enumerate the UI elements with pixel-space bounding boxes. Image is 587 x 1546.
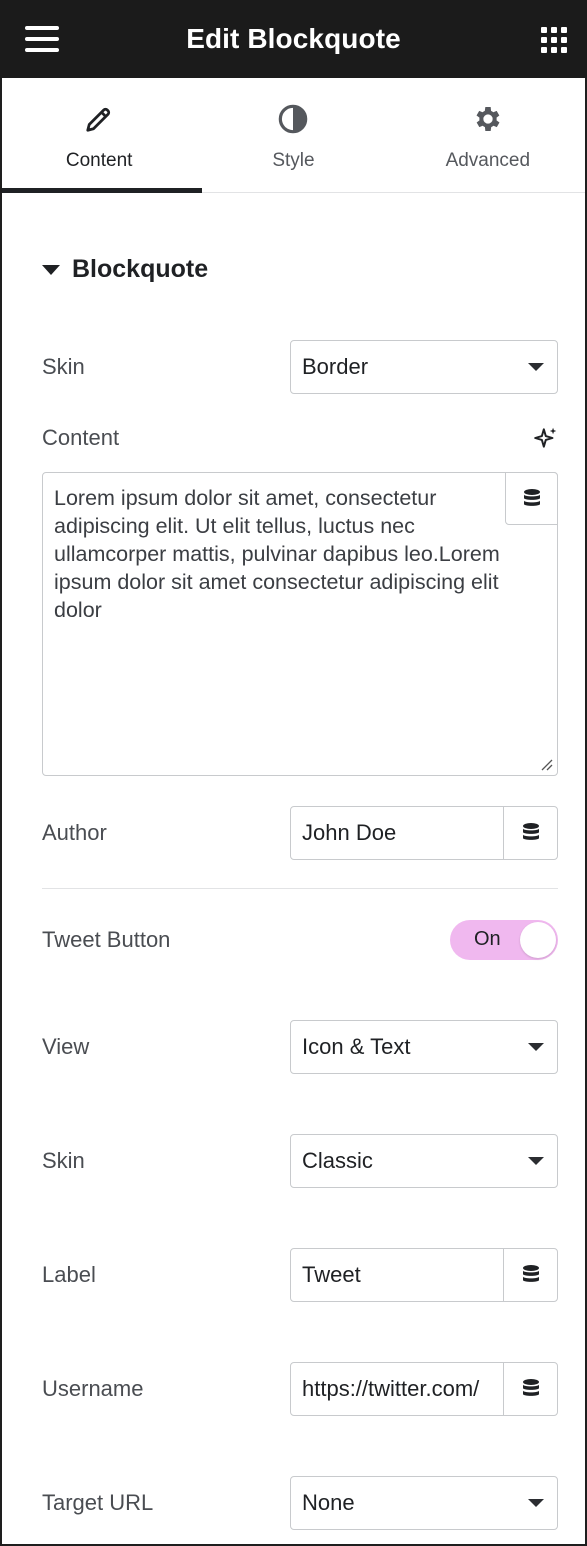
blockquote-section-toggle[interactable]: Blockquote	[42, 255, 208, 284]
dynamic-tags-button[interactable]	[505, 472, 558, 525]
tab-label: Style	[272, 150, 315, 171]
username-input[interactable]: https://twitter.com/	[291, 1363, 503, 1415]
view-label: View	[42, 1034, 90, 1059]
author-label: Author	[42, 820, 107, 845]
database-icon	[522, 1265, 539, 1282]
tweet-skin-select[interactable]: Classic	[290, 1134, 558, 1188]
gear-icon	[471, 102, 505, 136]
target-url-select-value: None	[302, 1490, 355, 1515]
panel-tabs: Content Style Advanced	[2, 78, 585, 193]
tweet-button-label: Tweet Button	[42, 927, 171, 952]
skin-label: Skin	[42, 354, 85, 379]
chevron-down-icon	[528, 363, 544, 371]
chevron-down-icon	[528, 1499, 544, 1507]
toggle-state-text: On	[474, 928, 501, 950]
view-select[interactable]: Icon & Text	[290, 1020, 558, 1074]
database-icon	[523, 488, 540, 506]
apps-grid-icon[interactable]	[541, 27, 567, 53]
username-label: Username	[42, 1376, 144, 1401]
ai-sparkle-icon[interactable]	[533, 425, 559, 451]
content-textarea[interactable]: Lorem ipsum dolor sit amet, consectetur …	[42, 472, 558, 776]
caret-down-icon	[42, 264, 60, 275]
dynamic-tags-button[interactable]	[503, 1249, 557, 1301]
dynamic-tags-button[interactable]	[503, 807, 557, 859]
username-field[interactable]: https://twitter.com/	[290, 1362, 558, 1416]
skin-select-value: Border	[302, 354, 369, 379]
toggle-knob	[520, 922, 556, 958]
target-url-select[interactable]: None	[290, 1476, 558, 1530]
dynamic-tags-button[interactable]	[503, 1363, 557, 1415]
tweet-skin-label: Skin	[42, 1148, 85, 1173]
tab-label: Content	[65, 150, 133, 171]
view-select-value: Icon & Text	[302, 1034, 411, 1059]
database-icon	[522, 823, 539, 840]
content-textarea-value: Lorem ipsum dolor sit amet, consectetur …	[54, 486, 500, 622]
tweet-label-input[interactable]: Tweet	[291, 1249, 503, 1301]
target-url-label: Target URL	[42, 1490, 154, 1515]
hamburger-menu-icon[interactable]	[25, 26, 59, 52]
tab-content[interactable]: Content	[2, 78, 203, 193]
database-icon	[522, 1379, 539, 1396]
tweet-label-label: Label	[42, 1262, 96, 1287]
content-label: Content	[42, 425, 120, 450]
panel-header: Edit Blockquote	[0, 0, 587, 78]
chevron-down-icon	[528, 1157, 544, 1165]
panel-title: Edit Blockquote	[186, 23, 401, 54]
section-title: Blockquote	[72, 255, 209, 283]
tweet-skin-select-value: Classic	[302, 1148, 373, 1173]
resize-handle-icon[interactable]	[539, 757, 553, 771]
chevron-down-icon	[528, 1043, 544, 1051]
tab-advanced[interactable]: Advanced	[391, 78, 585, 192]
tab-label: Advanced	[445, 150, 531, 171]
tab-style[interactable]: Style	[196, 78, 390, 192]
half-circle-contrast-icon	[276, 102, 310, 136]
pencil-icon	[82, 102, 116, 136]
skin-select[interactable]: Border	[290, 340, 558, 394]
author-input[interactable]: John Doe	[291, 807, 503, 859]
divider	[42, 888, 558, 889]
author-field[interactable]: John Doe	[290, 806, 558, 860]
tweet-button-toggle[interactable]: On	[450, 920, 558, 960]
tweet-label-field[interactable]: Tweet	[290, 1248, 558, 1302]
